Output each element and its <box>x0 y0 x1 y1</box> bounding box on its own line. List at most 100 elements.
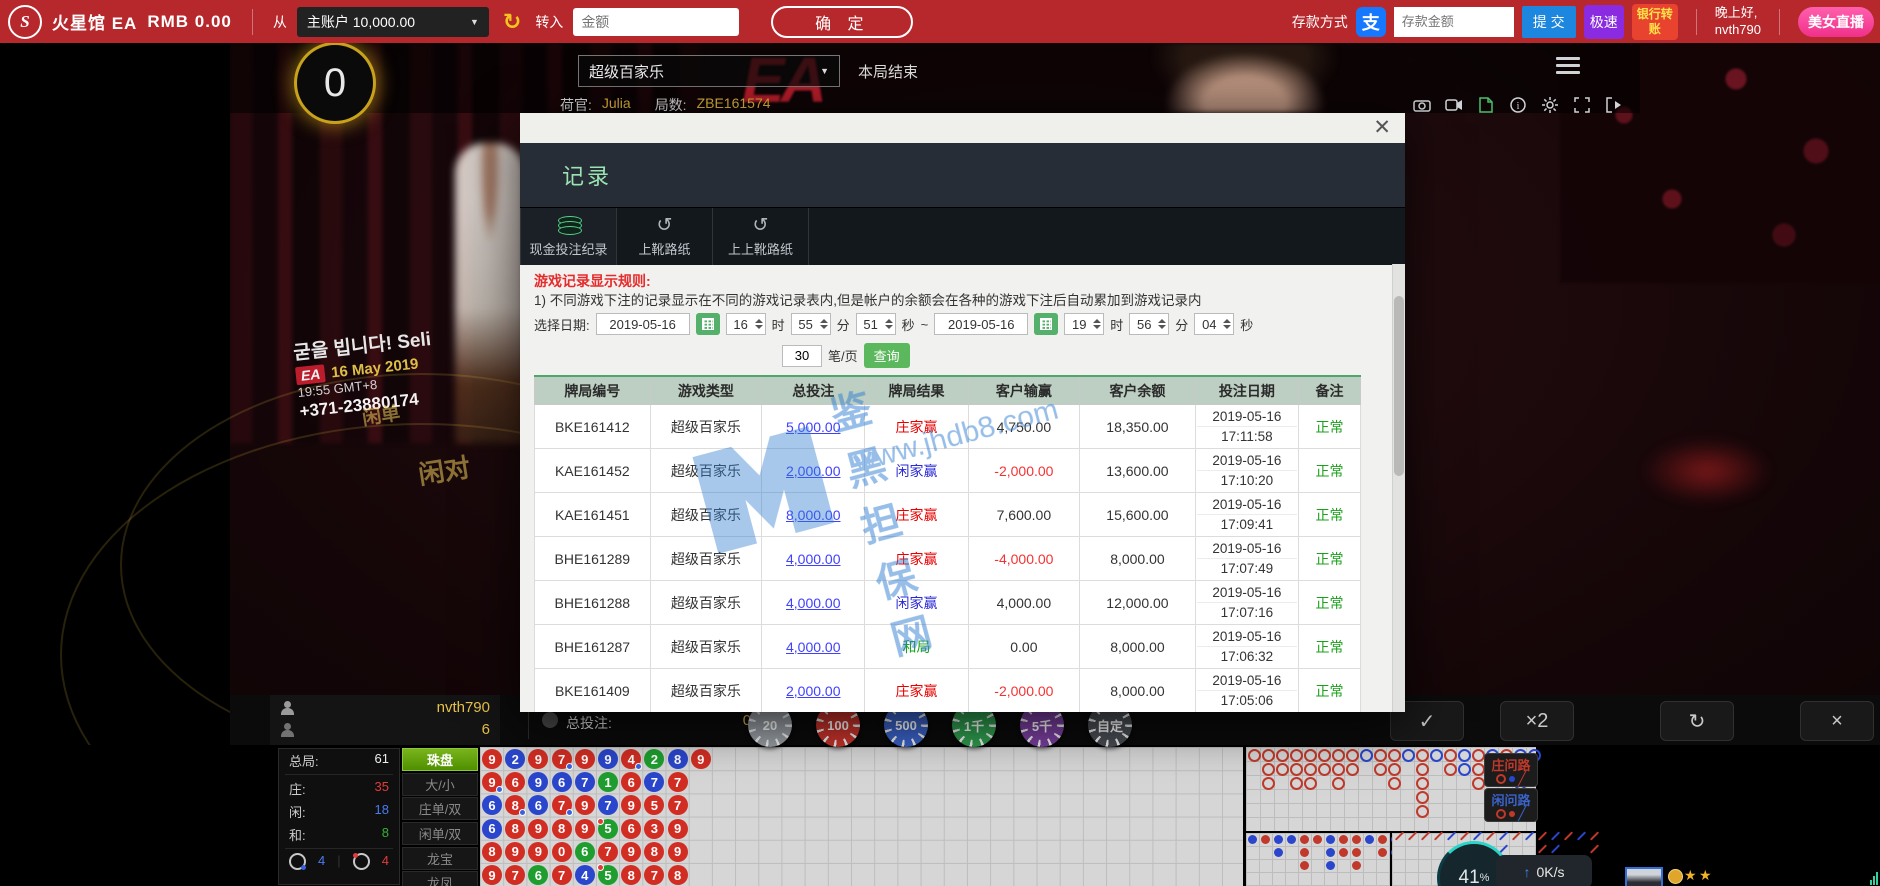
bet-amount-link[interactable]: 2,000.00 <box>786 683 841 699</box>
road-mark <box>1388 763 1401 776</box>
repeat-button[interactable]: ↻ <box>1660 701 1734 741</box>
username-text: nvth790 <box>1715 22 1761 39</box>
bead-cell: 8 <box>482 842 502 862</box>
road-mark <box>1577 831 1586 840</box>
bet-amount-link[interactable]: 4,000.00 <box>786 639 841 655</box>
bead-cell: 9 <box>528 842 548 862</box>
balance-cell: 15,600.00 <box>1080 493 1196 537</box>
ask-player-road-button[interactable]: 闲问路 ╱ <box>1484 788 1538 822</box>
road-mark <box>1458 749 1471 762</box>
date-to-input[interactable]: 2019-05-16 <box>934 313 1028 335</box>
column-header: 游戏类型 <box>650 376 762 405</box>
deposit-amount-input[interactable] <box>1394 7 1514 37</box>
road-menu-大/小[interactable]: 大/小 <box>402 773 478 796</box>
modal-tabs: 现金投注纪录↺上靴路纸↺上上靴路纸 <box>520 207 1405 265</box>
bead-cell: 8 <box>668 865 688 885</box>
road-mark <box>1434 831 1443 840</box>
road-menu-庄单/双[interactable]: 庄单/双 <box>402 797 478 820</box>
refresh-icon[interactable]: ↻ <box>503 9 521 35</box>
player-count: 18 <box>375 802 389 821</box>
road-mark <box>1416 805 1429 818</box>
bet-amount-link[interactable]: 5,000.00 <box>786 419 841 435</box>
column-header: 总投注 <box>762 376 865 405</box>
chevron-down-icon: ▼ <box>470 17 479 27</box>
video-camera-icon[interactable] <box>1444 95 1464 115</box>
tab-上靴路纸[interactable]: ↺上靴路纸 <box>617 208 713 265</box>
bet-amount-link[interactable]: 4,000.00 <box>786 595 841 611</box>
bead-cell: 8 <box>505 795 525 815</box>
dealer-avatar-thumbnail[interactable] <box>1625 867 1663 886</box>
calendar-icon[interactable] <box>1034 313 1058 335</box>
app-root: S 火星馆 EA RMB 0.00 从 主账户 10,000.00▼ ↻ 转入 … <box>0 0 1880 886</box>
ask-banker-road-button[interactable]: 庄问路 ╱ <box>1484 753 1538 787</box>
bet-amount-link[interactable]: 8,000.00 <box>786 507 841 523</box>
banker-count: 35 <box>375 779 389 798</box>
game-select-dropdown[interactable]: 超级百家乐▼ <box>578 55 840 87</box>
player-username: nvth790 <box>437 699 490 716</box>
express-deposit-button[interactable]: 极速 <box>1584 5 1624 39</box>
exit-icon[interactable] <box>1604 95 1624 115</box>
road-mark <box>1447 831 1456 840</box>
bead-cell: 9 <box>668 819 688 839</box>
transfer-amount-input[interactable] <box>573 8 739 36</box>
search-button[interactable]: 查询 <box>864 343 910 368</box>
road-mark <box>1564 831 1573 840</box>
total-bet-cell: 8,000.00 <box>762 493 865 537</box>
bet-dot-icon <box>542 712 558 728</box>
road-mark <box>1378 848 1387 857</box>
winloss-cell: -2,000.00 <box>968 449 1080 493</box>
alipay-icon[interactable]: 支 <box>1356 7 1386 37</box>
submit-deposit-button[interactable]: 提 交 <box>1522 6 1576 38</box>
bet-amount-link[interactable]: 2,000.00 <box>786 463 841 479</box>
double-button[interactable]: ×2 <box>1500 701 1574 741</box>
cancel-button[interactable]: × <box>1800 701 1874 741</box>
close-icon[interactable]: ✕ <box>1373 115 1391 140</box>
road-mark <box>1378 835 1387 844</box>
table-glow <box>1642 438 1772 504</box>
modal-scrollbar[interactable] <box>1392 264 1405 712</box>
bet-amount-link[interactable]: 4,000.00 <box>786 551 841 567</box>
game-type-cell: 超级百家乐 <box>650 581 762 625</box>
road-mark <box>1421 831 1430 840</box>
camera-icon[interactable] <box>1412 95 1432 115</box>
road-menu-龙凤[interactable]: 龙凤 <box>402 871 478 886</box>
second-from-stepper[interactable]: 51 <box>856 313 896 335</box>
scrollbar-thumb[interactable] <box>1394 296 1404 476</box>
bank-transfer-button[interactable]: 银行转账 <box>1632 4 1678 40</box>
confirm-transfer-button[interactable]: 确 定 <box>771 6 913 38</box>
settings-gear-icon[interactable] <box>1540 95 1560 115</box>
account-dropdown[interactable]: 主账户 10,000.00▼ <box>297 7 489 37</box>
hour-to-stepper[interactable]: 19 <box>1064 313 1104 335</box>
bead-cell: 6 <box>621 819 641 839</box>
info-icon[interactable]: i <box>1508 95 1528 115</box>
bead-cell: 7 <box>552 749 572 769</box>
road-menu-珠盘[interactable]: 珠盘 <box>402 748 478 771</box>
calendar-icon[interactable] <box>696 313 720 335</box>
road-menu-龙宝[interactable]: 龙宝 <box>402 847 478 870</box>
minute-to-stepper[interactable]: 56 <box>1129 313 1169 335</box>
svg-text:i: i <box>1517 101 1520 112</box>
hour-from-stepper[interactable]: 16 <box>726 313 766 335</box>
road-menu-闲单/双[interactable]: 闲单/双 <box>402 822 478 845</box>
road-mark <box>1352 848 1361 857</box>
bead-cell: 7 <box>552 865 572 885</box>
game-type-cell: 超级百家乐 <box>650 669 762 713</box>
minute-from-stepper[interactable]: 55 <box>791 313 831 335</box>
tab-现金投注纪录[interactable]: 现金投注纪录 <box>520 208 617 265</box>
result-cell: 闲家赢 <box>865 449 968 493</box>
bead-cell: 4 <box>621 749 641 769</box>
total-bet-cell: 5,000.00 <box>762 405 865 449</box>
fullscreen-icon[interactable] <box>1572 95 1592 115</box>
document-icon[interactable] <box>1476 95 1496 115</box>
beauty-live-button[interactable]: 美女直播 <box>1798 7 1874 37</box>
menu-icon[interactable] <box>1556 57 1580 75</box>
tab-上上靴路纸[interactable]: ↺上上靴路纸 <box>713 208 809 265</box>
date-from-input[interactable]: 2019-05-16 <box>596 313 690 335</box>
road-mark <box>1551 831 1560 840</box>
star-icon: ★ <box>1684 867 1697 884</box>
top-bar: S 火星馆 EA RMB 0.00 从 主账户 10,000.00▼ ↻ 转入 … <box>0 0 1880 43</box>
second-to-stepper[interactable]: 04 <box>1194 313 1234 335</box>
per-page-input[interactable] <box>782 345 822 367</box>
road-mark <box>1290 749 1303 762</box>
balance-amount: RMB 0.00 <box>147 12 232 32</box>
